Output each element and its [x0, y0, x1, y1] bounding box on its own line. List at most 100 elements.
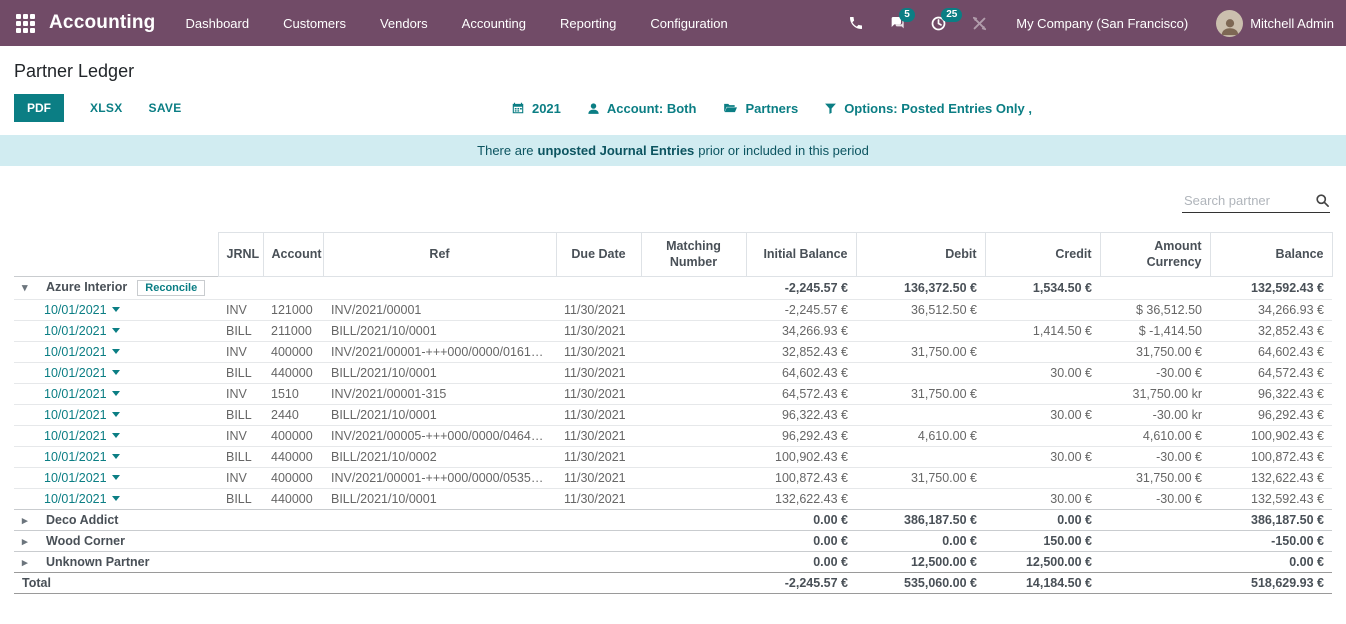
line-jrnl: INV [218, 426, 263, 447]
partners-filter[interactable]: Partners [722, 101, 798, 116]
partner-matching [641, 531, 746, 552]
line-due-date: 11/30/2021 [556, 489, 641, 510]
line-ref: INV/2021/00001-315 [323, 384, 556, 405]
line-account: 400000 [263, 342, 323, 363]
menu-dashboard[interactable]: Dashboard [186, 16, 250, 31]
chevron-down-icon[interactable] [112, 328, 120, 333]
partner-cell: ▾Azure InteriorReconcile [14, 277, 218, 300]
messages-icon[interactable]: 5 [888, 15, 906, 31]
entry-date-link[interactable]: 10/01/2021 [44, 429, 107, 443]
chevron-down-icon[interactable] [112, 475, 120, 480]
menu-customers[interactable]: Customers [283, 16, 346, 31]
company-switcher[interactable]: My Company (San Francisco) [1016, 16, 1188, 31]
entry-date-link[interactable]: 10/01/2021 [44, 471, 107, 485]
page-title: Partner Ledger [14, 61, 1330, 82]
phone-icon[interactable] [848, 15, 864, 31]
line-jrnl: BILL [218, 489, 263, 510]
line-due-date: 11/30/2021 [556, 321, 641, 342]
partner-due-date [556, 277, 641, 300]
chevron-down-icon[interactable] [112, 307, 120, 312]
partner-row[interactable]: ▸Deco Addict0.00 €386,187.50 €0.00 €386,… [14, 510, 1332, 531]
xlsx-button[interactable]: XLSX [90, 94, 123, 122]
activities-icon[interactable]: 25 [930, 15, 947, 32]
line-jrnl: BILL [218, 363, 263, 384]
line-credit: 30.00 € [985, 405, 1100, 426]
chevron-down-icon[interactable] [112, 433, 120, 438]
entry-date-link[interactable]: 10/01/2021 [44, 303, 107, 317]
line-account: 400000 [263, 468, 323, 489]
search-input[interactable] [1182, 192, 1315, 209]
entry-date-link[interactable]: 10/01/2021 [44, 492, 107, 506]
line-credit [985, 426, 1100, 447]
partner-debit: 386,187.50 € [856, 510, 985, 531]
line-debit: 31,750.00 € [856, 384, 985, 405]
line-credit [985, 468, 1100, 489]
chevron-down-icon[interactable] [112, 454, 120, 459]
line-credit: 1,414.50 € [985, 321, 1100, 342]
tools-icon[interactable] [971, 15, 988, 32]
line-debit: 4,610.00 € [856, 426, 985, 447]
partner-row[interactable]: ▾Azure InteriorReconcile-2,245.57 €136,3… [14, 277, 1332, 300]
line-balance: 100,872.43 € [1210, 447, 1332, 468]
ledger-line-row: 10/01/2021INV400000INV/2021/00005-+++000… [14, 426, 1332, 447]
entry-date-link[interactable]: 10/01/2021 [44, 450, 107, 464]
menu-reporting[interactable]: Reporting [560, 16, 616, 31]
entry-date-link[interactable]: 10/01/2021 [44, 387, 107, 401]
ledger-line-row: 10/01/2021BILL211000BILL/2021/10/000111/… [14, 321, 1332, 342]
line-balance: 32,852.43 € [1210, 321, 1332, 342]
partner-debit: 136,372.50 € [856, 277, 985, 300]
line-debit [856, 363, 985, 384]
line-amount-currency: 31,750.00 € [1100, 468, 1210, 489]
line-ref: BILL/2021/10/0001 [323, 405, 556, 426]
entry-date-link[interactable]: 10/01/2021 [44, 345, 107, 359]
menu-configuration[interactable]: Configuration [650, 16, 727, 31]
line-balance: 96,322.43 € [1210, 384, 1332, 405]
account-filter[interactable]: Account: Both [587, 101, 697, 116]
chevron-down-icon[interactable] [112, 391, 120, 396]
chevron-down-icon[interactable] [112, 496, 120, 501]
line-debit [856, 489, 985, 510]
folder-icon [722, 101, 738, 115]
line-initial-balance: 34,266.93 € [746, 321, 856, 342]
partner-ref [323, 277, 556, 300]
menu-accounting[interactable]: Accounting [462, 16, 526, 31]
line-ref: BILL/2021/10/0001 [323, 489, 556, 510]
total-row: Total-2,245.57 €535,060.00 €14,184.50 €5… [14, 573, 1332, 594]
entry-date-link[interactable]: 10/01/2021 [44, 408, 107, 422]
chevron-down-icon[interactable] [112, 412, 120, 417]
partner-ref [323, 552, 556, 573]
caret-right-icon: ▸ [22, 535, 44, 548]
line-jrnl: INV [218, 468, 263, 489]
pdf-button[interactable]: PDF [14, 94, 64, 122]
total-label: Total [14, 573, 218, 594]
date-filter[interactable]: 2021 [511, 101, 561, 116]
line-ref: BILL/2021/10/0002 [323, 447, 556, 468]
search-icon[interactable] [1315, 193, 1330, 208]
reconcile-button[interactable]: Reconcile [137, 280, 205, 296]
column-header-jrnl: JRNL [218, 233, 263, 277]
line-credit: 30.00 € [985, 363, 1100, 384]
entry-date-link[interactable]: 10/01/2021 [44, 366, 107, 380]
partner-row[interactable]: ▸Unknown Partner0.00 €12,500.00 €12,500.… [14, 552, 1332, 573]
line-balance: 64,572.43 € [1210, 363, 1332, 384]
options-filter[interactable]: Options: Posted Entries Only , [824, 101, 1032, 116]
line-ref: INV/2021/00001-+++000/0000/0161… [323, 342, 556, 363]
line-matching-number [641, 384, 746, 405]
partner-account [263, 552, 323, 573]
entry-date-cell: 10/01/2021 [14, 342, 218, 363]
save-button[interactable]: SAVE [149, 94, 182, 122]
partner-cell: ▸Wood Corner [14, 531, 218, 552]
caret-right-icon: ▸ [22, 556, 44, 569]
user-menu[interactable]: Mitchell Admin [1216, 10, 1334, 37]
line-amount-currency: -30.00 € [1100, 447, 1210, 468]
line-matching-number [641, 426, 746, 447]
chevron-down-icon[interactable] [112, 349, 120, 354]
app-brand[interactable]: Accounting [49, 12, 156, 34]
chevron-down-icon[interactable] [112, 370, 120, 375]
menu-vendors[interactable]: Vendors [380, 16, 428, 31]
entry-date-cell: 10/01/2021 [14, 384, 218, 405]
partner-row[interactable]: ▸Wood Corner0.00 €0.00 €150.00 €-150.00 … [14, 531, 1332, 552]
apps-grid-icon[interactable] [16, 14, 35, 33]
entry-date-link[interactable]: 10/01/2021 [44, 324, 107, 338]
line-account: 1510 [263, 384, 323, 405]
